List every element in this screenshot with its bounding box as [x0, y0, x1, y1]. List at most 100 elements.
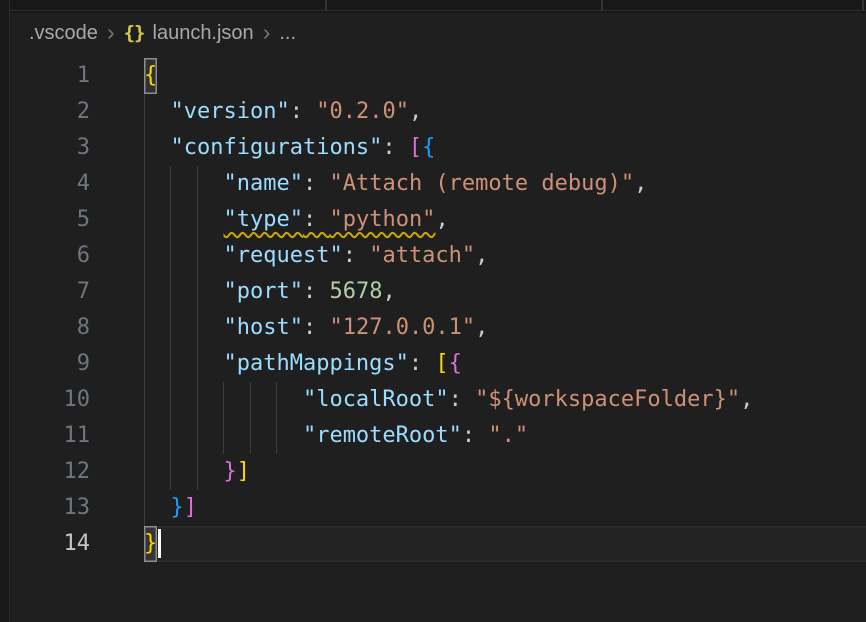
code-token	[144, 315, 223, 340]
code-token: "request"	[223, 243, 342, 268]
json-file-icon: {}	[124, 22, 145, 44]
code-line[interactable]: 12 }]	[11, 454, 866, 490]
indent-guide	[144, 238, 145, 274]
indent-guide	[144, 202, 145, 238]
code-token: :	[303, 315, 330, 340]
line-number[interactable]: 4	[11, 166, 90, 202]
code-line[interactable]: 5 "type": "python",	[11, 202, 866, 238]
indent-guide	[144, 310, 145, 346]
code-line[interactable]: 4 "name": "Attach (remote debug)",	[11, 166, 866, 202]
indent-guide	[144, 490, 145, 526]
code-line[interactable]: 10 "localRoot": "${workspaceFolder}",	[11, 382, 866, 418]
indent-guide	[170, 166, 171, 202]
line-number[interactable]: 3	[11, 130, 90, 166]
code-line[interactable]: 3 "configurations": [{	[11, 130, 866, 166]
code-line-content[interactable]: }]	[144, 490, 866, 526]
code-token: "python"	[329, 207, 435, 232]
line-number[interactable]: 12	[11, 454, 90, 490]
code-token: "Attach (remote debug)"	[329, 171, 634, 196]
code-line[interactable]: 8 "host": "127.0.0.1",	[11, 310, 866, 346]
sidebar-edge	[0, 0, 10, 622]
breadcrumb-file-item[interactable]: {} launch.json	[124, 22, 254, 45]
code-token: :	[382, 135, 409, 160]
code-token: {	[422, 135, 435, 160]
code-token: ,	[475, 243, 488, 268]
line-number[interactable]: 13	[11, 490, 90, 526]
code-token: :	[462, 423, 489, 448]
indent-guide	[144, 94, 145, 130]
line-number[interactable]: 9	[11, 346, 90, 382]
code-token	[144, 495, 171, 520]
code-line[interactable]: 13 }]	[11, 490, 866, 526]
code-line[interactable]: 11 "remoteRoot": "."	[11, 418, 866, 454]
code-line-content[interactable]: "port": 5678,	[144, 274, 866, 310]
indent-guide	[197, 310, 198, 346]
tab-separator	[325, 0, 327, 11]
code-token: ,	[435, 207, 448, 232]
code-line[interactable]: 14}	[11, 526, 866, 562]
code-line-content[interactable]: "configurations": [{	[144, 130, 866, 166]
code-line[interactable]: 7 "port": 5678,	[11, 274, 866, 310]
indent-guide	[170, 274, 171, 310]
code-line-content[interactable]: "name": "Attach (remote debug)",	[144, 166, 866, 202]
code-token: :	[290, 99, 317, 124]
code-token	[144, 99, 171, 124]
code-token: "remoteRoot"	[303, 423, 462, 448]
code-line-content[interactable]: "remoteRoot": "."	[144, 418, 866, 454]
code-token: "port"	[223, 279, 302, 304]
code-line-content[interactable]: "type": "python",	[144, 202, 866, 238]
code-token: {	[449, 351, 462, 376]
code-token	[144, 207, 223, 232]
code-line-content[interactable]: "pathMappings": [{	[144, 346, 866, 382]
code-token: ,	[409, 99, 422, 124]
breadcrumb: .vscode › {} launch.json › ...	[11, 13, 866, 54]
indent-guide	[197, 346, 198, 382]
chevron-right-icon: ›	[107, 22, 115, 45]
code-line[interactable]: 9 "pathMappings": [{	[11, 346, 866, 382]
code-line-content[interactable]: "host": "127.0.0.1",	[144, 310, 866, 346]
code-token: :	[303, 171, 330, 196]
line-number[interactable]: 10	[11, 382, 90, 418]
code-line-content[interactable]: {	[144, 58, 866, 94]
bracket-match-highlight: }	[144, 526, 157, 562]
indent-guide	[144, 418, 145, 454]
line-number[interactable]: 11	[11, 418, 90, 454]
code-line-content[interactable]: "request": "attach",	[144, 238, 866, 274]
editor-group: .vscode › {} launch.json › ... 1{2 "vers…	[11, 13, 866, 622]
line-number[interactable]: 5	[11, 202, 90, 238]
indent-guide	[223, 382, 224, 418]
code-token	[144, 459, 223, 484]
indent-guide	[197, 166, 198, 202]
indent-guide	[144, 382, 145, 418]
breadcrumb-symbol[interactable]: ...	[279, 22, 296, 45]
indent-guide	[197, 454, 198, 490]
line-number[interactable]: 2	[11, 94, 90, 130]
line-number[interactable]: 8	[11, 310, 90, 346]
code-token	[144, 279, 223, 304]
code-token: 5678	[329, 279, 382, 304]
code-token: ,	[475, 315, 488, 340]
code-token: }	[223, 459, 236, 484]
indent-guide	[250, 382, 251, 418]
line-number[interactable]: 6	[11, 238, 90, 274]
code-token: "name"	[223, 171, 302, 196]
code-token: ,	[382, 279, 395, 304]
indent-guide	[144, 166, 145, 202]
code-line-content[interactable]: }]	[144, 454, 866, 490]
code-line-content[interactable]: }	[144, 526, 866, 562]
indent-guide	[170, 202, 171, 238]
code-line-content[interactable]: "localRoot": "${workspaceFolder}",	[144, 382, 866, 418]
code-line-content[interactable]: "version": "0.2.0",	[144, 94, 866, 130]
line-number[interactable]: 1	[11, 58, 90, 94]
line-number[interactable]: 7	[11, 274, 90, 310]
code-line[interactable]: 6 "request": "attach",	[11, 238, 866, 274]
code-line[interactable]: 1{	[11, 58, 866, 94]
code-token: ,	[740, 387, 753, 412]
code-line[interactable]: 2 "version": "0.2.0",	[11, 94, 866, 130]
code-token: "type"	[223, 207, 302, 232]
code-token	[144, 243, 223, 268]
code-token: "127.0.0.1"	[329, 315, 475, 340]
indent-guide	[170, 382, 171, 418]
line-number[interactable]: 14	[11, 526, 90, 562]
breadcrumb-folder[interactable]: .vscode	[29, 22, 98, 45]
